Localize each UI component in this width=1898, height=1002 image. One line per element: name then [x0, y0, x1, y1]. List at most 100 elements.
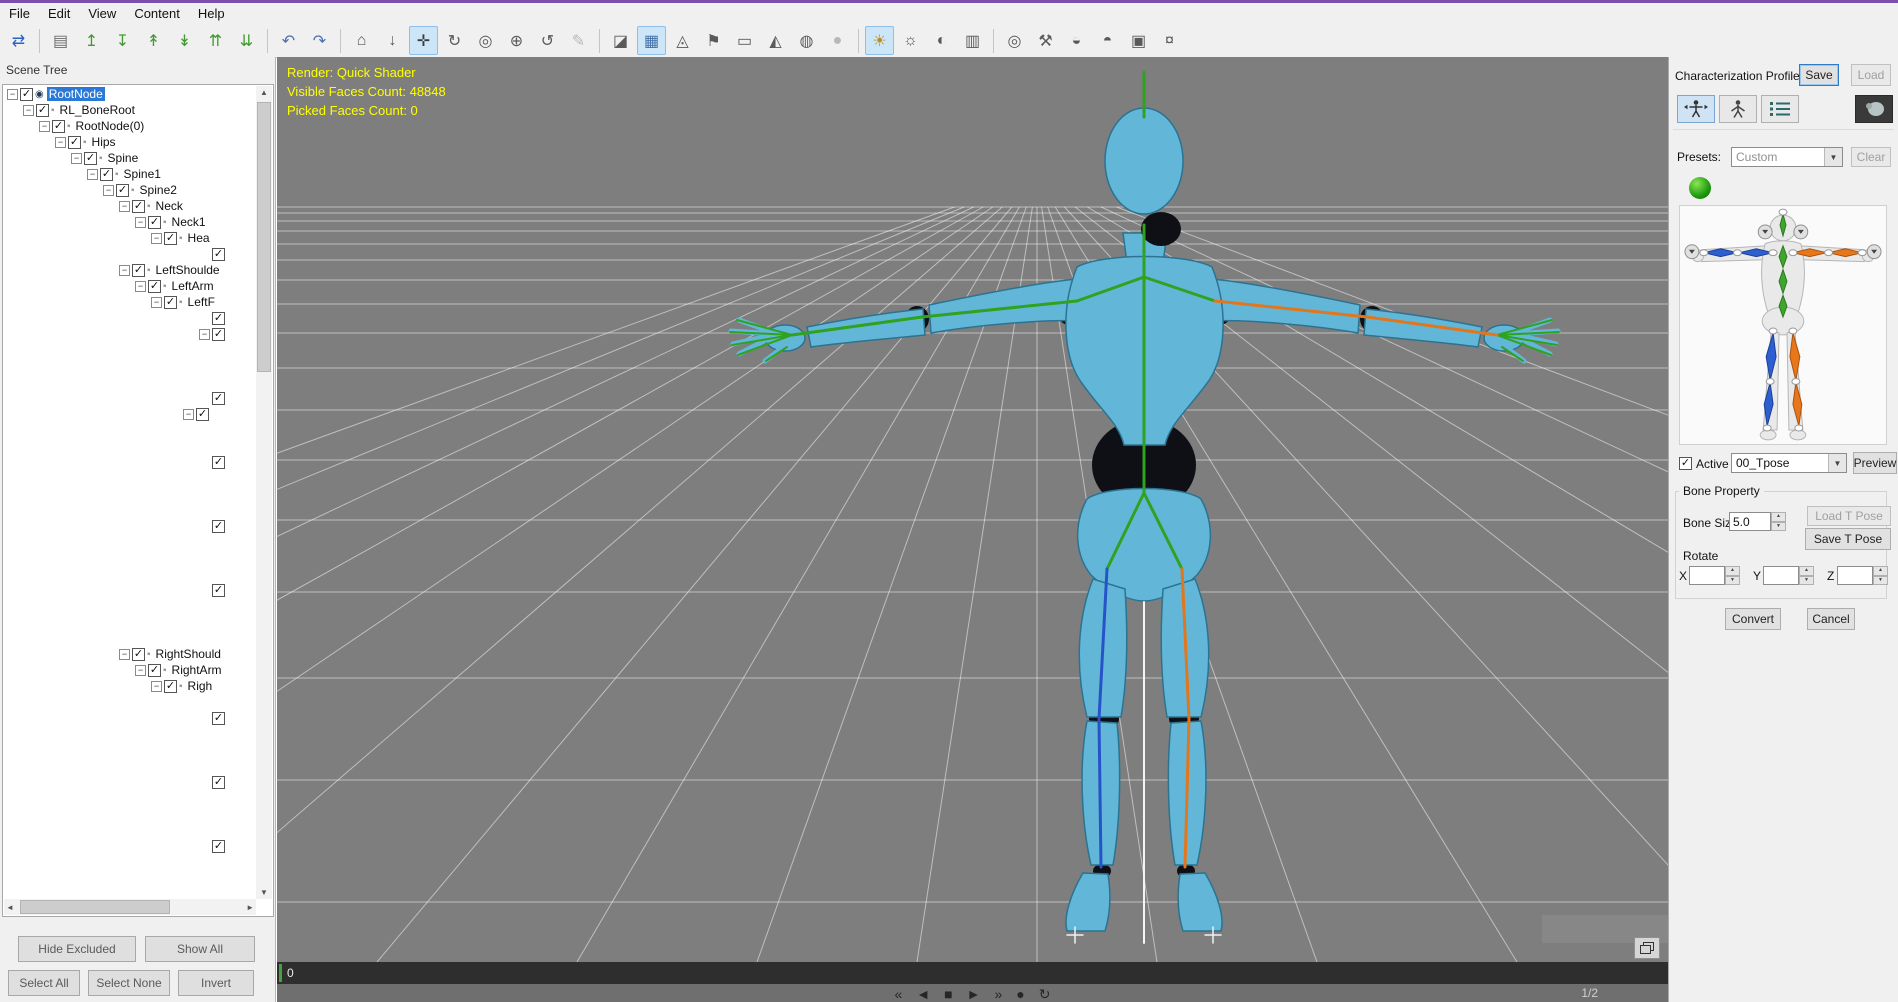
pin-icon[interactable]: ⚑: [699, 26, 728, 55]
tree-row[interactable]: ✓: [3, 854, 256, 870]
visibility-checkbox[interactable]: ✓: [212, 311, 225, 325]
visibility-checkbox[interactable]: ✓: [196, 407, 209, 421]
tree-row[interactable]: ✓: [3, 454, 256, 470]
select-none-button[interactable]: Select None: [88, 970, 170, 996]
scrollbar-thumb[interactable]: [20, 900, 170, 914]
menu-view[interactable]: View: [79, 4, 125, 23]
tree-row[interactable]: ✓: [3, 614, 256, 630]
viewport-3d[interactable]: Render: Quick Shader Visible Faces Count…: [277, 57, 1668, 1002]
visibility-checkbox[interactable]: ✓: [132, 263, 145, 277]
tree-row[interactable]: ✓: [3, 806, 256, 822]
tree-row[interactable]: ✓: [3, 790, 256, 806]
show-all-button[interactable]: Show All: [145, 936, 255, 962]
tree-row[interactable]: ✓: [3, 630, 256, 646]
cancel-button[interactable]: Cancel: [1807, 608, 1855, 630]
save-profile-button[interactable]: Save: [1799, 64, 1839, 86]
tree-row-rightshould[interactable]: − ✓ ▪ RightShould: [3, 646, 256, 662]
step-back-button[interactable]: ◄: [916, 984, 930, 1002]
tree-horizontal-scrollbar[interactable]: ◄ ►: [4, 899, 256, 915]
tree-row[interactable]: ✓: [3, 358, 256, 374]
visibility-checkbox[interactable]: ✓: [212, 391, 225, 405]
texture-sphere-icon[interactable]: ◓: [1093, 26, 1122, 55]
tree-row[interactable]: ✓: [3, 710, 256, 726]
global-transform-icon[interactable]: ⊕: [502, 26, 531, 55]
export-up-icon[interactable]: ↥: [77, 26, 106, 55]
expander-icon[interactable]: −: [71, 152, 82, 164]
visibility-checkbox[interactable]: ✓: [212, 839, 225, 853]
hide-excluded-button[interactable]: Hide Excluded: [18, 936, 136, 962]
visibility-checkbox[interactable]: ✓: [148, 663, 161, 677]
tree-row[interactable]: ✓: [3, 582, 256, 598]
visibility-checkbox[interactable]: ✓: [148, 279, 161, 293]
material-sphere-icon[interactable]: ◒: [1062, 26, 1091, 55]
visibility-checkbox[interactable]: ✓: [212, 711, 225, 725]
bone-list-button[interactable]: [1761, 95, 1799, 123]
rotate-z-spinner[interactable]: ▲ ▼: [1873, 566, 1888, 585]
measure-icon[interactable]: ◭: [761, 26, 790, 55]
visibility-checkbox[interactable]: ✓: [164, 231, 177, 245]
expander-icon[interactable]: −: [23, 104, 34, 116]
tree-row-neck[interactable]: − ✓ ▪ Neck: [3, 198, 256, 214]
apply-to-scene-icon[interactable]: ⇊: [232, 26, 261, 55]
visibility-checkbox[interactable]: ✓: [68, 135, 81, 149]
invert-selection-button[interactable]: Invert: [178, 970, 254, 996]
chevron-down-icon[interactable]: ▼: [1828, 454, 1846, 472]
snapshot-icon[interactable]: ▣: [1124, 26, 1153, 55]
scroll-down-icon[interactable]: ▼: [256, 888, 272, 897]
scroll-right-icon[interactable]: ►: [246, 903, 254, 912]
expander-icon[interactable]: −: [7, 88, 18, 100]
tree-row-neck1[interactable]: − ✓ ▪ Neck1: [3, 214, 256, 230]
align-to-ground-icon[interactable]: ⌂: [347, 26, 376, 55]
move-down-icon[interactable]: ↓: [378, 26, 407, 55]
tree-row-hea[interactable]: − ✓ ▪ Hea: [3, 230, 256, 246]
playhead-marker[interactable]: [279, 964, 282, 982]
select-all-button[interactable]: Select All: [8, 970, 80, 996]
tree-row[interactable]: ✓: [3, 534, 256, 550]
tree-row-leftarm[interactable]: − ✓ ▪ LeftArm: [3, 278, 256, 294]
stop-button[interactable]: ■: [944, 984, 952, 1002]
clear-preset-button[interactable]: Clear: [1851, 147, 1891, 167]
menu-file[interactable]: File: [0, 4, 39, 23]
menu-edit[interactable]: Edit: [39, 4, 79, 23]
loop-button[interactable]: ↻: [1039, 984, 1051, 1002]
character-bone-map[interactable]: [1679, 205, 1887, 445]
tree-row-rootnode-0-[interactable]: − ✓ ▪ RootNode(0): [3, 118, 256, 134]
visibility-checkbox[interactable]: ✓: [36, 103, 49, 117]
tree-row-spine1[interactable]: − ✓ ▪ Spine1: [3, 166, 256, 182]
tree-row-rightarm[interactable]: − ✓ ▪ RightArm: [3, 662, 256, 678]
rotate-x-spinner[interactable]: ▲ ▼: [1725, 566, 1740, 585]
expander-icon[interactable]: −: [39, 120, 50, 132]
pose-dropdown[interactable]: 00_Tpose ▼: [1731, 453, 1847, 473]
pose-mode-button[interactable]: [1719, 95, 1757, 123]
rotate-y-input[interactable]: [1763, 566, 1799, 585]
tree-vertical-scrollbar[interactable]: ▲ ▼: [256, 86, 272, 899]
tree-row[interactable]: ✓: [3, 742, 256, 758]
menu-content[interactable]: Content: [125, 4, 189, 23]
invert-display-icon[interactable]: ◪: [606, 26, 635, 55]
tree-row[interactable]: − ✓: [3, 326, 256, 342]
tree-row-rootnode[interactable]: − ✓ ◉ RootNode: [3, 86, 256, 102]
scroll-up-icon[interactable]: ▲: [256, 88, 272, 97]
ambient-light-icon[interactable]: ◐: [927, 26, 956, 55]
visibility-checkbox[interactable]: ✓: [212, 327, 225, 341]
step-forward-button[interactable]: »: [994, 984, 1002, 1002]
tree-row[interactable]: ✓: [3, 566, 256, 582]
export-all-icon[interactable]: ⇈: [201, 26, 230, 55]
tree-row-spine[interactable]: − ✓ ▪ Spine: [3, 150, 256, 166]
redo-icon[interactable]: ↷: [305, 26, 334, 55]
visibility-checkbox[interactable]: ✓: [132, 199, 145, 213]
export-motion-icon[interactable]: ↡: [170, 26, 199, 55]
visibility-checkbox[interactable]: ✓: [84, 151, 97, 165]
tree-row[interactable]: ✓: [3, 822, 256, 838]
chevron-down-icon[interactable]: ▼: [1824, 148, 1842, 166]
tree-row[interactable]: ✓: [3, 422, 256, 438]
play-button[interactable]: ►: [967, 984, 981, 1002]
expander-icon[interactable]: −: [87, 168, 98, 180]
tree-row-spine2[interactable]: − ✓ ▪ Spine2: [3, 182, 256, 198]
tree-row[interactable]: ✓: [3, 838, 256, 854]
active-checkbox[interactable]: ✓: [1679, 457, 1692, 470]
expander-icon[interactable]: −: [135, 664, 146, 676]
expander-icon[interactable]: −: [119, 264, 130, 276]
scene-render[interactable]: [277, 57, 1668, 962]
gizmo-icon[interactable]: ◬: [668, 26, 697, 55]
